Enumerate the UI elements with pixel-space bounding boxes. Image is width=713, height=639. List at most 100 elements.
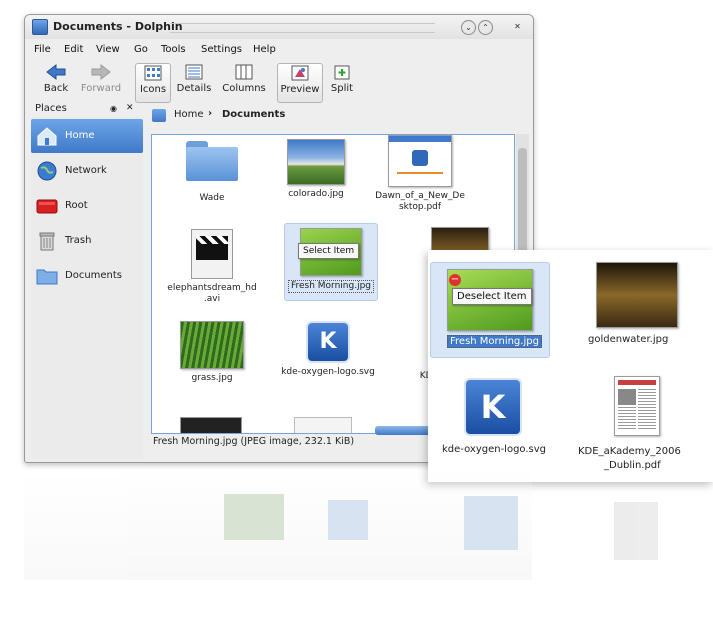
zoom-kde-logo-label: kde-oxygen-logo.svg xyxy=(442,444,547,455)
zoom-fresh-morning-item[interactable]: Fresh Morning.jpg xyxy=(430,262,550,358)
back-label: Back xyxy=(43,83,69,94)
details-label: Details xyxy=(176,83,212,94)
breadcrumb-home[interactable]: Home xyxy=(174,109,204,120)
place-home-label: Home xyxy=(65,130,95,141)
icons-label: Icons xyxy=(139,84,167,95)
file-name: Wade xyxy=(199,193,225,203)
status-progress xyxy=(375,426,435,435)
places-header: Places ◉ ✕ xyxy=(25,103,145,117)
place-home[interactable]: Home xyxy=(31,119,143,153)
zoom-kde-pdf-label-line2: _Dublin.pdf xyxy=(604,460,661,471)
app-icon xyxy=(32,19,48,35)
place-network[interactable]: Network xyxy=(31,154,143,188)
arrow-left-icon xyxy=(46,63,66,81)
maximize-button[interactable]: ⌃ xyxy=(478,20,493,35)
folder-icon xyxy=(36,269,58,285)
colorado-thumbnail xyxy=(287,139,345,185)
globe-icon xyxy=(37,161,57,181)
arrow-right-icon xyxy=(91,63,111,81)
columns-view-button[interactable]: Columns xyxy=(221,63,267,94)
menu-bar: File Edit View Go Tools Settings Help xyxy=(25,41,533,59)
breadcrumb: Home › Documents xyxy=(152,107,532,125)
preview-label: Preview xyxy=(280,84,320,95)
drive-icon xyxy=(36,199,58,214)
menu-go[interactable]: Go xyxy=(134,44,148,55)
place-trash-label: Trash xyxy=(65,235,92,246)
status-text: Fresh Morning.jpg (JPEG image, 232.1 KiB… xyxy=(153,436,355,447)
breadcrumb-home-icon[interactable] xyxy=(152,109,166,122)
place-trash[interactable]: Trash xyxy=(31,224,143,258)
file-name: colorado.jpg xyxy=(288,189,344,199)
file-item[interactable]: elephantsdream_hd .avi xyxy=(162,229,262,305)
kde-akademy-pdf-thumbnail xyxy=(614,376,660,436)
menu-help[interactable]: Help xyxy=(253,44,276,55)
file-item-selected[interactable]: Fresh Morning.jpg xyxy=(284,223,378,301)
goldenwater-thumbnail xyxy=(596,262,678,328)
preview-icon xyxy=(291,65,309,81)
place-root-label: Root xyxy=(65,200,88,211)
zoom-kde-pdf-label-line1: KDE_aKademy_2006 xyxy=(578,446,681,457)
columns-label: Columns xyxy=(222,83,266,94)
zoom-fresh-label: Fresh Morning.jpg xyxy=(447,335,542,348)
zoom-golden-label: goldenwater.jpg xyxy=(588,334,669,345)
kde-logo-icon: K xyxy=(306,321,350,363)
file-thumbnail-partial xyxy=(180,417,242,433)
kde-logo-icon: K xyxy=(464,378,522,436)
place-documents-label: Documents xyxy=(65,270,123,281)
columns-icon xyxy=(235,64,253,80)
file-item[interactable]: grass.jpg xyxy=(162,321,262,384)
home-icon xyxy=(37,127,57,146)
file-name-line2: sktop.pdf xyxy=(398,202,442,212)
deselect-item-tooltip[interactable]: Deselect Item xyxy=(452,288,532,305)
breadcrumb-current[interactable]: Documents xyxy=(222,109,285,120)
place-root[interactable]: Root xyxy=(31,189,143,223)
file-name: grass.jpg xyxy=(191,373,233,383)
minimize-button[interactable]: ⌄ xyxy=(461,20,476,35)
places-title: Places xyxy=(35,103,67,114)
panel-float-icon[interactable]: ◉ xyxy=(110,104,117,113)
places-panel: Home Network Root Trash Documents xyxy=(31,117,143,459)
icons-view-button[interactable]: Icons xyxy=(135,63,171,103)
menu-edit[interactable]: Edit xyxy=(64,44,83,55)
file-item[interactable]: Wade xyxy=(162,141,262,204)
panel-close-icon[interactable]: ✕ xyxy=(126,103,134,113)
menu-view[interactable]: View xyxy=(96,44,120,55)
file-name: Fresh Morning.jpg xyxy=(287,280,375,293)
split-icon xyxy=(334,65,350,80)
title-decoration xyxy=(170,23,435,33)
pdf-thumbnail xyxy=(388,135,452,187)
file-name-line1: Dawn_of_a_New_De xyxy=(375,191,465,201)
grid-icon xyxy=(144,65,162,81)
menu-file[interactable]: File xyxy=(34,44,51,55)
forward-button[interactable]: Forward xyxy=(79,63,123,94)
menu-settings[interactable]: Settings xyxy=(201,44,242,55)
deselect-minus-icon[interactable]: − xyxy=(449,274,461,286)
toolbar: Back Forward Icons Details Columns Previ… xyxy=(25,61,533,105)
window-title: Documents - Dolphin xyxy=(53,20,183,33)
breadcrumb-separator: › xyxy=(208,108,213,119)
grass-thumbnail xyxy=(180,321,244,369)
details-icon xyxy=(185,64,203,80)
place-network-label: Network xyxy=(65,165,107,176)
back-button[interactable]: Back xyxy=(39,63,73,94)
file-item[interactable]: Dawn_of_a_New_De sktop.pdf xyxy=(370,135,470,213)
file-name-line1: elephantsdream_hd xyxy=(167,283,257,293)
place-documents[interactable]: Documents xyxy=(31,259,143,293)
split-button[interactable]: Split xyxy=(327,63,357,94)
file-name: kde-oxygen-logo.svg xyxy=(281,367,375,377)
file-item[interactable]: K kde-oxygen-logo.svg xyxy=(278,321,378,378)
scrollbar-thumb[interactable] xyxy=(518,148,527,258)
close-button[interactable]: ✕ xyxy=(511,20,524,33)
menu-tools[interactable]: Tools xyxy=(161,44,186,55)
zoom-overlay: Fresh Morning.jpg Deselect Item − golden… xyxy=(428,250,713,482)
file-item[interactable]: colorado.jpg xyxy=(266,139,366,200)
select-item-tooltip[interactable]: Select Item xyxy=(298,243,360,259)
trash-icon xyxy=(39,232,55,251)
title-bar[interactable]: Documents - Dolphin ⌄ ⌃ ✕ xyxy=(25,15,533,39)
details-view-button[interactable]: Details xyxy=(175,63,213,94)
file-name-line2: .avi xyxy=(203,294,221,304)
reflection xyxy=(24,470,713,580)
file-thumbnail-partial xyxy=(294,417,352,433)
folder-icon xyxy=(186,141,238,181)
preview-button[interactable]: Preview xyxy=(277,63,323,103)
